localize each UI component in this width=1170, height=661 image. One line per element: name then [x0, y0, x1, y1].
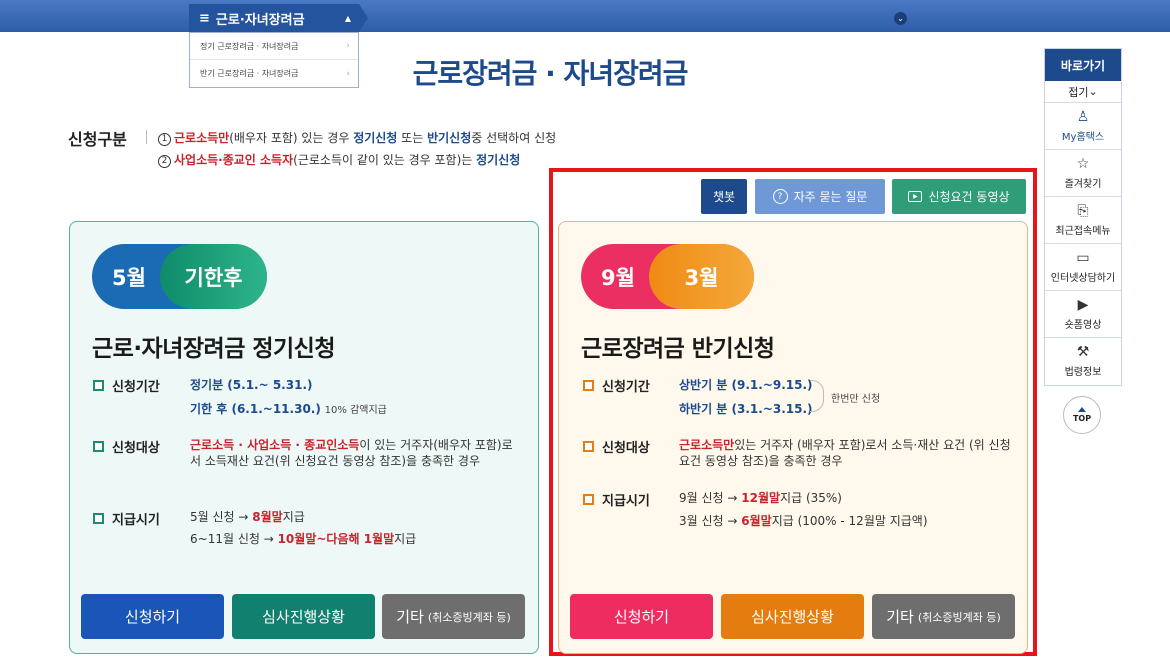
half-target-label: 신청대상 [583, 437, 650, 456]
regular-period-values: 정기분 (5.1.~ 5.31.) 기한 후 (6.1.~11.30.) 10%… [190, 378, 387, 416]
requirement-video-button[interactable]: ▶ 신청요건 동영상 [892, 179, 1026, 214]
regular-apply-button[interactable]: 신청하기 [81, 594, 224, 639]
gavel-icon: ⚒ [1076, 344, 1090, 360]
scroll-top-button[interactable]: TOP [1063, 396, 1101, 434]
apply-type-description: 1 근로소득만(배우자 포함) 있는 경우 정기신청 또는 반기신청중 선택하여 … [158, 127, 556, 171]
half-etc-button[interactable]: 기타 (취소증빙계좌 등) [872, 594, 1015, 639]
half-pay-label: 지급시기 [583, 490, 650, 509]
half-period-label: 신청기간 [583, 376, 650, 395]
apply-type-line-2: 2 사업소득·종교인 소득자(근로소득이 같이 있는 경우 포함)는 정기신청 [158, 149, 556, 171]
half-period-note: 한번만 신청 [831, 394, 881, 405]
checkbox-square-icon [93, 513, 104, 524]
half-year-period-pill: 9월 3월 [581, 244, 754, 309]
divider [146, 130, 147, 144]
half-target-text: 근로소득만있는 거주자 (배우자 포함)로서 소득·재산 요건 (위 신청요건 … [679, 438, 1011, 468]
quick-item-online-consult[interactable]: ▭ 인터넷상담하기 [1045, 244, 1121, 291]
faq-button[interactable]: ? 자주 묻는 질문 [755, 179, 885, 214]
half-apply-button[interactable]: 신청하기 [570, 594, 713, 639]
checkbox-square-icon [583, 441, 594, 452]
recent-doc-icon: ⎘ [1077, 202, 1089, 219]
video-play-icon: ▶ [908, 191, 923, 202]
quick-menu: 바로가기 접기 ⌄ ♙ My홈택스 ☆ 즐겨찾기 ⎘ 최근접속메뉴 ▭ 인터넷상담하기 ▶… [1044, 48, 1122, 386]
checkbox-square-icon [93, 441, 104, 452]
pill-month-march: 3월 [684, 265, 719, 290]
quick-item-law-info[interactable]: ⚒ 법령정보 [1045, 338, 1121, 385]
category-menu-button[interactable]: ≡ 근로·자녀장려금 ▲ [189, 4, 368, 32]
pill-month-september: 9월 [601, 265, 635, 290]
half-status-button[interactable]: 심사진행상황 [721, 594, 864, 639]
regular-target-label: 신청대상 [93, 437, 160, 456]
question-icon: ? [772, 189, 788, 204]
regular-etc-button[interactable]: 기타 (취소증빙계좌 등) [382, 594, 525, 639]
checkbox-square-icon [583, 380, 594, 391]
checkbox-square-icon [583, 494, 594, 505]
half-year-card-title: 근로장려금 반기신청 [581, 336, 775, 362]
play-icon: ▶ [1077, 296, 1089, 313]
quick-item-my-hometax[interactable]: ♙ My홈택스 [1045, 103, 1121, 150]
regular-period-label: 신청기간 [93, 376, 160, 395]
expand-down-icon[interactable]: ⌄ [894, 12, 907, 25]
apply-type-line-1: 1 근로소득만(배우자 포함) 있는 경우 정기신청 또는 반기신청중 선택하여 … [158, 127, 556, 149]
top-nav-bar: ≡ 근로·자녀장려금 ▲ ⌄ [0, 0, 1170, 32]
chevron-right-icon: › [346, 41, 350, 51]
user-icon: ♙ [1076, 108, 1090, 125]
regular-card-title: 근로·자녀장려금 정기신청 [92, 336, 336, 362]
category-menu-label: 근로·자녀장려금 [215, 12, 305, 28]
caret-up-icon: ▲ [344, 13, 351, 23]
chatbot-button[interactable]: 챗봇 [701, 179, 747, 214]
page-title: 근로장려금 · 자녀장려금 [412, 57, 689, 90]
star-icon: ☆ [1076, 155, 1090, 172]
arrow-up-icon [1078, 407, 1086, 412]
hamburger-icon: ≡ [199, 10, 210, 26]
quick-item-favorites[interactable]: ☆ 즐겨찾기 [1045, 150, 1121, 197]
quick-menu-fold-button[interactable]: 접기 ⌄ [1045, 81, 1121, 103]
quick-item-shortform-video[interactable]: ▶ 숏폼영상 [1045, 291, 1121, 338]
half-pay-values: 9월 신청 → 12월말지급 (35%) 3월 신청 → 6월말지급 (100%… [679, 491, 928, 528]
half-period-values: 상반기 분 (9.1.~9.15.) 하반기 분 (3.1.~3.15.) [679, 378, 813, 416]
regular-target-text: 근로소득 · 사업소득 · 종교인소득이 있는 거주자(배우자 포함)로서 소득… [190, 438, 513, 468]
quick-menu-title: 바로가기 [1045, 49, 1121, 81]
regular-status-button[interactable]: 심사진행상황 [232, 594, 375, 639]
regular-period-pill: 5월 기한후 [92, 244, 267, 309]
quick-item-recent[interactable]: ⎘ 최근접속메뉴 [1045, 197, 1121, 244]
pill-after-deadline: 기한후 [184, 265, 243, 290]
pill-month: 5월 [112, 265, 146, 290]
chevron-down-icon: ⌄ [1088, 85, 1098, 98]
checkbox-square-icon [93, 380, 104, 391]
laptop-icon: ▭ [1076, 249, 1090, 266]
regular-pay-label: 지급시기 [93, 509, 160, 528]
regular-pay-values: 5월 신청 → 8월말지급 6~11월 신청 → 10월말~다음해 1월말지급 [190, 510, 417, 546]
apply-type-label: 신청구분 [68, 130, 127, 149]
